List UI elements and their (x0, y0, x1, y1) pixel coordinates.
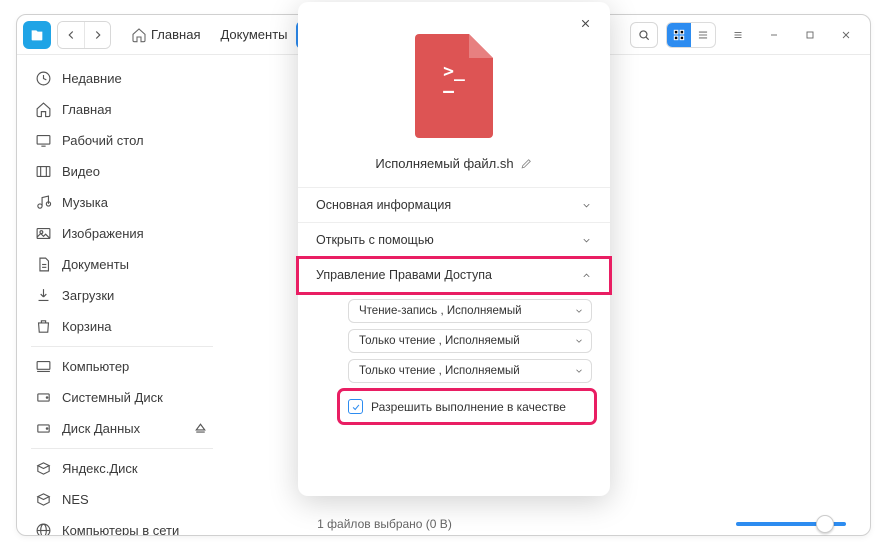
close-button[interactable] (832, 22, 860, 48)
sidebar-item-computer[interactable]: Компьютер (17, 351, 227, 382)
sidebar-item-label: NES (62, 492, 89, 507)
sidebar-item-label: Рабочий стол (62, 133, 144, 148)
perm-other-select[interactable]: Только чтение , Исполняемый (348, 359, 592, 383)
sidebar-item-data-disk[interactable]: Диск Данных (17, 413, 227, 444)
chevron-down-icon (581, 235, 592, 246)
sidebar-item-label: Диск Данных (62, 421, 140, 436)
search-button[interactable] (630, 22, 658, 48)
sidebar-item-label: Загрузки (62, 288, 114, 303)
breadcrumb-documents[interactable]: Документы (212, 23, 292, 46)
sidebar-item-videos[interactable]: Видео (17, 156, 227, 187)
app-icon (23, 21, 51, 49)
sidebar-item-label: Изображения (62, 226, 144, 241)
file-type-icon: >_— (415, 34, 493, 138)
sidebar-separator (31, 346, 213, 347)
section-label: Основная информация (316, 198, 451, 212)
view-toggle (666, 22, 716, 48)
status-text: 1 файлов выбрано (0 B) (33, 517, 736, 531)
sidebar-item-system-disk[interactable]: Системный Диск (17, 382, 227, 413)
section-label: Открыть с помощью (316, 233, 434, 247)
nav-back-forward (57, 21, 111, 49)
sidebar-item-music[interactable]: Музыка (17, 187, 227, 218)
file-name-text: Исполняемый файл.sh (375, 156, 513, 171)
sidebar-item-label: Яндекс.Диск (62, 461, 138, 476)
chevron-down-icon (574, 306, 584, 316)
edit-icon[interactable] (520, 157, 533, 170)
back-button[interactable] (58, 22, 84, 48)
view-grid-button[interactable] (667, 23, 691, 47)
sidebar-item-label: Компьютер (62, 359, 129, 374)
allow-execute-checkbox[interactable] (348, 399, 363, 414)
section-open-with[interactable]: Открыть с помощью (298, 223, 610, 258)
properties-panel: >_— Исполняемый файл.sh Основная информа… (298, 2, 610, 496)
sidebar-item-yandex-disk[interactable]: Яндекс.Диск (17, 453, 227, 484)
file-name-row: Исполняемый файл.sh (375, 156, 532, 171)
section-basic-info[interactable]: Основная информация (298, 188, 610, 223)
breadcrumb-label: Документы (220, 27, 287, 42)
sidebar-item-label: Видео (62, 164, 100, 179)
maximize-button[interactable] (796, 22, 824, 48)
panel-sections: Основная информация Открыть с помощью Уп… (298, 187, 610, 428)
sidebar-separator (31, 448, 213, 449)
perm-select-value: Чтение-запись , Исполняемый (359, 305, 522, 317)
chevron-down-icon (574, 336, 584, 346)
chevron-down-icon (581, 200, 592, 211)
sidebar-item-label: Главная (62, 102, 111, 117)
breadcrumb-home[interactable]: Главная (123, 23, 208, 47)
sidebar-item-pictures[interactable]: Изображения (17, 218, 227, 249)
allow-execute-label: Разрешить выполнение в качестве (371, 400, 566, 414)
sidebar-item-desktop[interactable]: Рабочий стол (17, 125, 227, 156)
permissions-body: Чтение-запись , Исполняемый Только чтени… (298, 293, 610, 428)
view-list-button[interactable] (691, 23, 715, 47)
sidebar-item-label: Документы (62, 257, 129, 272)
sidebar-item-nes[interactable]: NES (17, 484, 227, 515)
sidebar-item-downloads[interactable]: Загрузки (17, 280, 227, 311)
menu-button[interactable] (724, 22, 752, 48)
section-permissions[interactable]: Управление Правами Доступа (298, 258, 610, 293)
sidebar-item-label: Музыка (62, 195, 108, 210)
perm-owner-select[interactable]: Чтение-запись , Исполняемый (348, 299, 592, 323)
sidebar-item-label: Корзина (62, 319, 112, 334)
breadcrumb-label: Главная (151, 27, 200, 42)
chevron-up-icon (581, 270, 592, 281)
chevron-down-icon (574, 366, 584, 376)
sidebar-item-home[interactable]: Главная (17, 94, 227, 125)
sidebar: Недавние Главная Рабочий стол Видео Музы… (17, 55, 227, 535)
panel-header: >_— Исполняемый файл.sh (298, 2, 610, 187)
sidebar-item-documents[interactable]: Документы (17, 249, 227, 280)
titlebar-right (630, 22, 860, 48)
sidebar-item-recent[interactable]: Недавние (17, 63, 227, 94)
forward-button[interactable] (84, 22, 110, 48)
sidebar-item-label: Системный Диск (62, 390, 163, 405)
perm-select-value: Только чтение , Исполняемый (359, 335, 520, 347)
minimize-button[interactable] (760, 22, 788, 48)
sidebar-item-label: Недавние (62, 71, 122, 86)
sidebar-item-trash[interactable]: Корзина (17, 311, 227, 342)
perm-select-value: Только чтение , Исполняемый (359, 365, 520, 377)
panel-close-button[interactable] (574, 12, 596, 34)
status-bar: 1 файлов выбрано (0 B) (17, 517, 870, 531)
zoom-slider[interactable] (736, 522, 846, 526)
eject-icon[interactable] (192, 420, 209, 437)
allow-execute-row[interactable]: Разрешить выполнение в качестве (342, 393, 592, 420)
perm-group-select[interactable]: Только чтение , Исполняемый (348, 329, 592, 353)
section-label: Управление Правами Доступа (316, 268, 492, 282)
